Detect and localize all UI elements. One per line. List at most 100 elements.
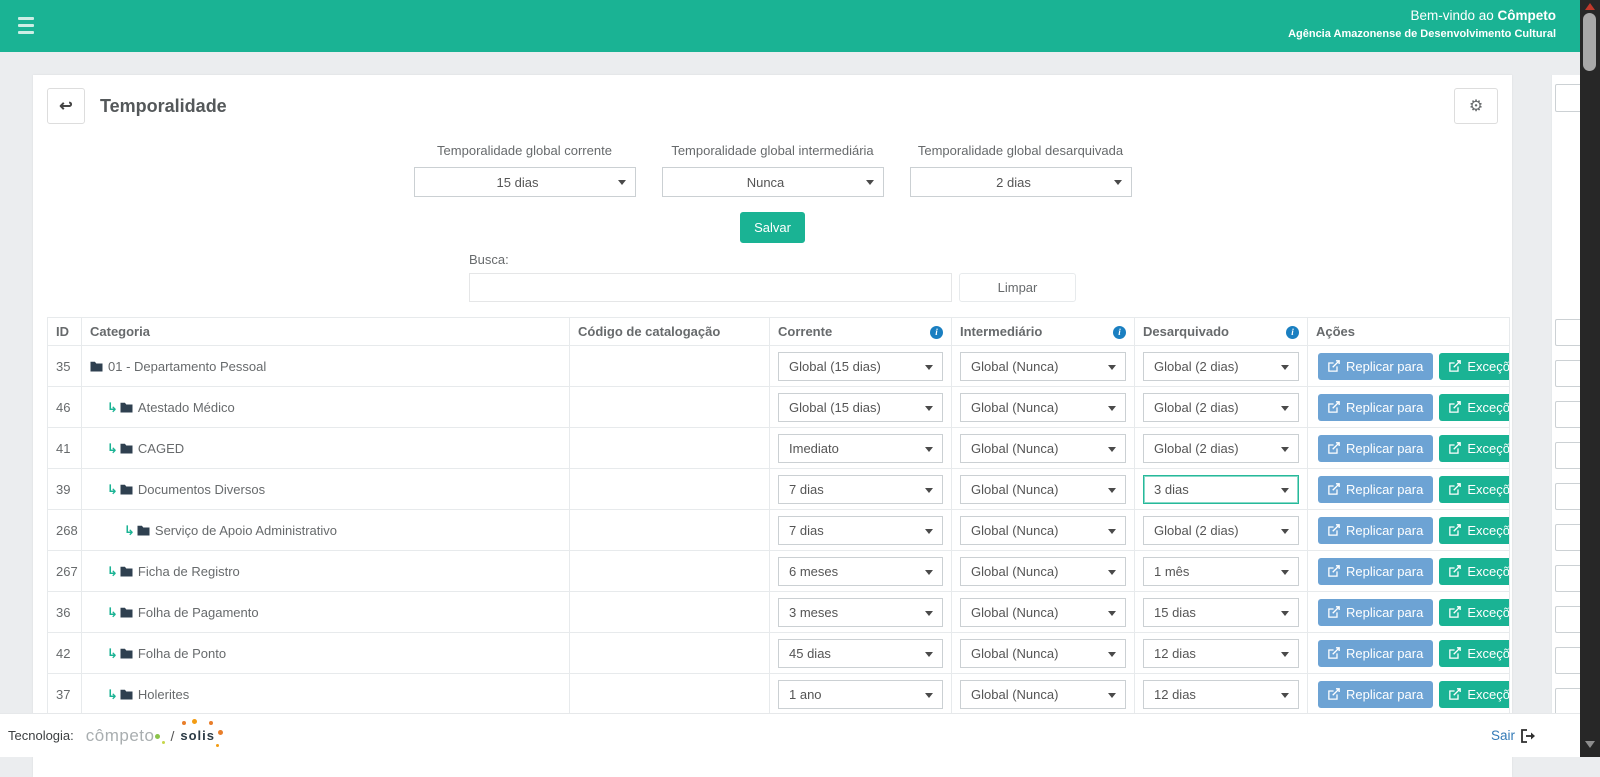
corrente-value: 7 dias — [779, 523, 942, 538]
corrente-select[interactable]: Global (15 dias) — [778, 393, 943, 422]
catalog-code-cell — [570, 346, 770, 387]
replicate-button[interactable]: Replicar para — [1318, 476, 1433, 503]
replicate-button[interactable]: Replicar para — [1318, 435, 1433, 462]
category-label: CAGED — [138, 441, 184, 456]
desarquivado-select[interactable]: Global (2 dias) — [1143, 352, 1299, 381]
corrente-select[interactable]: 7 dias — [778, 475, 943, 504]
back-arrow-icon: ↩ — [59, 96, 72, 116]
intermediario-value: Global (Nunca) — [961, 482, 1125, 497]
competo-logo[interactable]: cômpeto — [86, 726, 155, 746]
exceptions-button[interactable]: Exceções — [1439, 599, 1509, 626]
col-codigo: Código de catalogação — [570, 318, 770, 346]
edit-icon — [1328, 401, 1340, 413]
replicate-button[interactable]: Replicar para — [1318, 599, 1433, 626]
info-icon[interactable]: i — [1113, 326, 1126, 339]
desarquivado-select[interactable]: 1 mês — [1143, 557, 1299, 586]
page-title: Temporalidade — [100, 96, 227, 117]
exceptions-button[interactable]: Exceções — [1439, 476, 1509, 503]
back-button[interactable]: ↩ — [47, 88, 85, 124]
category-cell: ↳CAGED — [82, 428, 570, 469]
edit-icon — [1328, 442, 1340, 454]
replicate-button-label: Replicar para — [1346, 482, 1423, 497]
desarquivado-select[interactable]: Global (2 dias) — [1143, 393, 1299, 422]
exceptions-button[interactable]: Exceções — [1439, 435, 1509, 462]
level-arrow-icon: ↳ — [107, 647, 118, 660]
intermediario-select[interactable]: Global (Nunca) — [960, 680, 1126, 709]
welcome-block: Bem-vindo ao Cômpeto Agência Amazonense … — [1288, 8, 1556, 40]
exceptions-button[interactable]: Exceções — [1439, 353, 1509, 380]
replicate-button[interactable]: Replicar para — [1318, 517, 1433, 544]
intermediario-select[interactable]: Global (Nunca) — [960, 393, 1126, 422]
exceptions-button-label: Exceções — [1467, 482, 1509, 497]
replicate-button[interactable]: Replicar para — [1318, 394, 1433, 421]
solis-logo[interactable]: solis — [180, 728, 215, 743]
replicate-button[interactable]: Replicar para — [1318, 640, 1433, 667]
corrente-select[interactable]: Imediato — [778, 434, 943, 463]
category-label: 01 - Departamento Pessoal — [108, 359, 266, 374]
corrente-select[interactable]: 45 dias — [778, 639, 943, 668]
desarquivado-select[interactable]: 3 dias — [1143, 475, 1299, 504]
corrente-select[interactable]: 6 meses — [778, 557, 943, 586]
desarquivado-value: 12 dias — [1144, 646, 1298, 661]
top-navbar: Bem-vindo ao Cômpeto Agência Amazonense … — [0, 0, 1600, 52]
info-icon[interactable]: i — [1286, 326, 1299, 339]
category-cell: ↳Folha de Ponto — [82, 633, 570, 674]
exceptions-button[interactable]: Exceções — [1439, 394, 1509, 421]
desarquivado-select[interactable]: Global (2 dias) — [1143, 516, 1299, 545]
search-input[interactable] — [469, 273, 952, 302]
save-button[interactable]: Salvar — [740, 212, 805, 243]
exceptions-button[interactable]: Exceções — [1439, 517, 1509, 544]
global-intermediaria-select[interactable]: Nunca — [662, 167, 884, 197]
folder-icon — [120, 689, 133, 700]
settings-button[interactable]: ⚙ — [1454, 88, 1498, 124]
technology-label: Tecnologia: — [8, 728, 74, 743]
logo-separator: / — [170, 728, 174, 744]
intermediario-select[interactable]: Global (Nunca) — [960, 475, 1126, 504]
global-corrente-select[interactable]: 15 dias — [414, 167, 636, 197]
global-desarquivada-select[interactable]: 2 dias — [910, 167, 1132, 197]
intermediario-select[interactable]: Global (Nunca) — [960, 434, 1126, 463]
exceptions-button[interactable]: Exceções — [1439, 681, 1509, 708]
level-arrow-icon: ↳ — [107, 606, 118, 619]
info-icon[interactable]: i — [930, 326, 943, 339]
intermediario-select[interactable]: Global (Nunca) — [960, 639, 1126, 668]
desarquivado-select[interactable]: 12 dias — [1143, 680, 1299, 709]
corrente-select[interactable]: 3 meses — [778, 598, 943, 627]
clear-button[interactable]: Limpar — [959, 273, 1076, 302]
exceptions-button[interactable]: Exceções — [1439, 640, 1509, 667]
scrollbar[interactable] — [1580, 0, 1600, 757]
corrente-value: Global (15 dias) — [779, 400, 942, 415]
intermediario-select[interactable]: Global (Nunca) — [960, 598, 1126, 627]
corrente-select[interactable]: 1 ano — [778, 680, 943, 709]
desarquivado-select[interactable]: 12 dias — [1143, 639, 1299, 668]
edit-icon — [1449, 647, 1461, 659]
org-subtitle: Agência Amazonense de Desenvolvimento Cu… — [1288, 28, 1556, 40]
replicate-button[interactable]: Replicar para — [1318, 558, 1433, 585]
desarquivado-select[interactable]: 15 dias — [1143, 598, 1299, 627]
chevron-down-icon — [1108, 365, 1116, 370]
table-row: 268↳Serviço de Apoio Administrativo7 dia… — [48, 510, 1510, 551]
edit-icon — [1328, 524, 1340, 536]
intermediario-value: Global (Nunca) — [961, 687, 1125, 702]
desarquivado-select[interactable]: Global (2 dias) — [1143, 434, 1299, 463]
intermediario-select[interactable]: Global (Nunca) — [960, 557, 1126, 586]
corrente-select[interactable]: Global (15 dias) — [778, 352, 943, 381]
hamburger-menu-icon[interactable] — [18, 17, 38, 34]
replicate-button[interactable]: Replicar para — [1318, 353, 1433, 380]
intermediario-select[interactable]: Global (Nunca) — [960, 516, 1126, 545]
exceptions-button[interactable]: Exceções — [1439, 558, 1509, 585]
table-row: 267↳Ficha de Registro6 mesesGlobal (Nunc… — [48, 551, 1510, 592]
intermediario-select[interactable]: Global (Nunca) — [960, 352, 1126, 381]
col-acoes: Ações — [1308, 318, 1510, 346]
edit-icon — [1449, 565, 1461, 577]
replicate-button[interactable]: Replicar para — [1318, 681, 1433, 708]
chevron-down-icon — [1108, 693, 1116, 698]
category-cell: ↳Ficha de Registro — [82, 551, 570, 592]
scrollbar-up-arrow[interactable] — [1585, 3, 1595, 10]
scrollbar-thumb[interactable] — [1583, 13, 1596, 71]
folder-icon — [90, 361, 103, 372]
logout-link[interactable]: Sair — [1491, 728, 1536, 743]
scrollbar-down-arrow[interactable] — [1585, 741, 1595, 748]
desarquivado-value: 3 dias — [1144, 482, 1298, 497]
corrente-select[interactable]: 7 dias — [778, 516, 943, 545]
